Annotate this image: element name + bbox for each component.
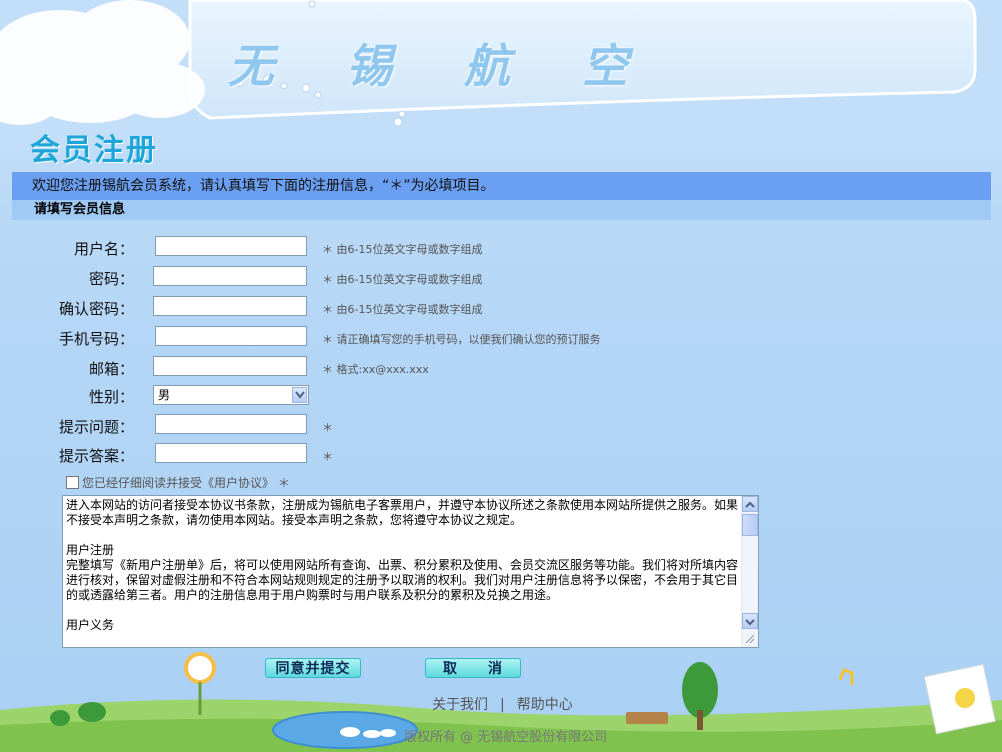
answer-label: 提示答案： [58,447,134,465]
password-label: 密码： [88,270,134,288]
password-input[interactable] [153,266,307,286]
agreement-paragraph: 完整填写《新用户注册单》后，将可以使用网站所有查询、出票、积分累积及使用、会员交… [66,558,739,602]
scroll-up-button[interactable] [742,496,758,512]
agreement-scrollbar[interactable] [741,496,758,647]
footer-separator: | [500,697,505,713]
question-label: 提示问题： [58,418,134,436]
chevron-down-icon[interactable] [292,387,307,403]
confirm-password-input[interactable] [153,296,307,316]
help-center-link[interactable]: 帮助中心 [517,697,573,713]
password-row: 密码： ＊ 由6-15位英文字母或数字组成 [0,266,1002,290]
chevron-up-icon [745,501,755,508]
username-hint: ＊ 由6-15位英文字母或数字组成 [322,243,483,256]
gender-label: 性别： [88,388,134,406]
gender-selected-value: 男 [158,388,171,402]
brand-logo: 无 锡 航 空 [228,39,657,93]
phone-input[interactable] [155,326,307,346]
welcome-banner: 欢迎您注册锡航会员系统，请认真填写下面的注册信息，“＊”为必填项目。 [12,172,991,200]
registration-page: 无 锡 航 空 会员注册 欢迎您注册锡航会员系统，请认真填写下面的注册信息，“＊… [0,0,1002,752]
email-input[interactable] [153,356,307,376]
cancel-button[interactable]: 取 消 [425,658,521,678]
agree-label: 您已经仔细阅读并接受《用户协议》 ＊ [82,476,290,490]
agreement-content: 进入本网站的访问者接受本协议书条款，注册成为锡航电子客票用户，并遵守本协议所述之… [66,498,742,646]
gender-select[interactable]: 男 [153,385,309,405]
question-input[interactable] [155,414,307,434]
agreement-paragraph: 进入本网站的访问者接受本协议书条款，注册成为锡航电子客票用户，并遵守本协议所述之… [66,498,739,527]
phone-hint: ＊ 请正确填写您的手机号码，以便我们确认您的预订服务 [322,333,601,346]
confirm-password-hint: ＊ 由6-15位英文字母或数字组成 [322,303,483,316]
password-hint: ＊ 由6-15位英文字母或数字组成 [322,273,483,286]
email-hint: ＊ 格式:xx@xxx.xxx [322,363,429,376]
agreement-heading: 用户注册 [66,543,115,557]
phone-label: 手机号码： [58,330,134,348]
question-hint: ＊ [322,421,333,434]
scroll-down-button[interactable] [742,613,758,629]
phone-row: 手机号码： ＊ 请正确填写您的手机号码，以便我们确认您的预订服务 [0,326,1002,350]
agreement-heading: 用户义务 [66,618,115,632]
username-row: 用户名： ＊ 由6-15位英文字母或数字组成 [0,236,1002,260]
username-label: 用户名： [73,240,134,258]
email-label: 邮箱： [88,360,134,378]
gender-row: 性别： 男 [0,384,1002,408]
copyright: 版权所有 @ 无锡航空股份有限公司 [404,730,608,745]
question-row: 提示问题： ＊ [0,414,1002,438]
confirm-password-label: 确认密码： [58,300,134,318]
submit-button[interactable]: 同意并提交 [265,658,361,678]
agree-checkbox[interactable] [66,476,79,489]
confirm-password-row: 确认密码： ＊ 由6-15位英文字母或数字组成 [0,296,1002,320]
chevron-down-icon [745,619,755,626]
email-row: 邮箱： ＊ 格式:xx@xxx.xxx [0,356,1002,380]
resize-grip-icon[interactable] [745,634,755,644]
page-title: 会员注册 [30,133,158,168]
answer-input[interactable] [155,443,307,463]
agreement-textarea[interactable]: 进入本网站的访问者接受本协议书条款，注册成为锡航电子客票用户，并遵守本协议所述之… [62,495,759,648]
agree-row: 您已经仔细阅读并接受《用户协议》 ＊ [66,474,290,491]
scroll-thumb[interactable] [742,514,758,536]
section-title: 请填写会员信息 [12,200,991,220]
answer-row: 提示答案： ＊ [0,443,1002,467]
footer-links: 关于我们 | 帮助中心 [432,694,573,714]
about-us-link[interactable]: 关于我们 [432,697,488,713]
username-input[interactable] [155,236,307,256]
answer-hint: ＊ [322,450,333,463]
